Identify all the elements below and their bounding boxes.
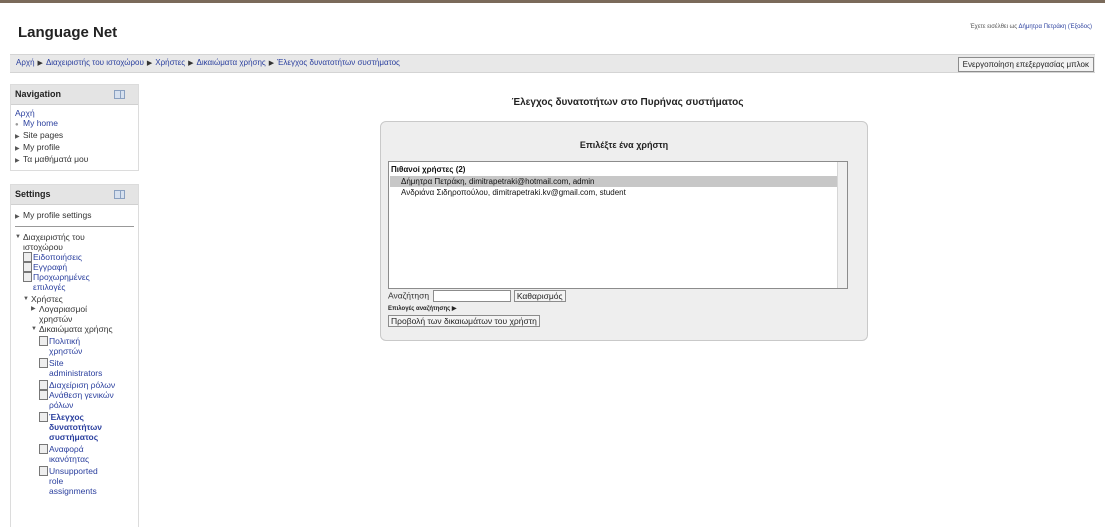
expand-arrow-icon[interactable]: ▶ bbox=[15, 132, 23, 142]
breadcrumb-separator-icon: ▶ bbox=[37, 60, 43, 67]
settings-accounts[interactable]: Λογαριασμοί χρηστών bbox=[39, 304, 109, 324]
collapse-arrow-icon[interactable]: ▼ bbox=[23, 294, 31, 304]
view-permissions-button[interactable]: Προβολή των δικαιωμάτων του χρήστη bbox=[388, 315, 540, 327]
breadcrumb-home[interactable]: Αρχή bbox=[16, 58, 35, 67]
page-icon bbox=[23, 272, 32, 282]
clear-button[interactable]: Καθαρισμός bbox=[513, 290, 566, 302]
page-icon bbox=[23, 262, 32, 272]
navigation-tree: Αρχή ● My home ▶ Site pages ▶ My profile ▶ Τ… bbox=[11, 105, 138, 170]
settings-block-title: Settings bbox=[15, 189, 51, 199]
page-icon bbox=[39, 412, 48, 422]
settings-define-roles[interactable]: Διαχείριση ρόλων bbox=[49, 380, 119, 390]
page-icon bbox=[39, 444, 48, 454]
dock-icon[interactable] bbox=[114, 190, 125, 199]
settings-cap-report[interactable]: Αναφορά ικανότητας bbox=[49, 444, 109, 464]
breadcrumb-site-admin[interactable]: Διαχειριστής του ιστοχώρου bbox=[46, 58, 144, 67]
expand-arrow-icon[interactable]: ▶ bbox=[31, 304, 39, 324]
user-option[interactable]: Ανδριάνα Σιδηροπούλου, dimitrapetraki.kv… bbox=[390, 187, 846, 198]
user-option-selected[interactable]: Δήμητρα Πετράκη, dimitrapetraki@hotmail.… bbox=[390, 176, 846, 187]
breadcrumb-permissions[interactable]: Δικαιώματα χρήσης bbox=[197, 58, 266, 67]
user-select-panel: Επιλέξτε ένα χρήστη Πιθανοί χρήστες (2) … bbox=[380, 121, 868, 341]
logout-link[interactable]: (Έξοδος) bbox=[1068, 24, 1092, 30]
login-info: Έχετε εισέλθει ως Δήμητρα Πετράκη (Έξοδο… bbox=[970, 24, 1092, 30]
navigation-block-header: Navigation bbox=[11, 85, 138, 105]
navigation-block: Navigation Αρχή ● My home ▶ Site pages ▶ My… bbox=[10, 84, 139, 171]
settings-permissions[interactable]: Δικαιώματα χρήσης bbox=[39, 324, 113, 334]
settings-registration[interactable]: Εγγραφή bbox=[33, 262, 67, 272]
page-heading: Έλεγχος δυνατοτήτων στο Πυρήνας συστήματ… bbox=[511, 97, 744, 108]
breadcrumb-users[interactable]: Χρήστες bbox=[155, 58, 185, 67]
search-options-toggle[interactable]: Επιλογές αναζήτησης ▶ bbox=[388, 305, 457, 312]
expand-arrow-icon[interactable]: ▶ bbox=[15, 156, 23, 166]
navbar: Αρχή ▶ Διαχειριστής του ιστοχώρου ▶ Χρήστες ▶… bbox=[10, 54, 1095, 73]
listbox-group-label: Πιθανοί χρήστες (2) bbox=[391, 165, 466, 174]
nav-my-home[interactable]: My home bbox=[23, 118, 58, 128]
listbox-scrollbar[interactable] bbox=[837, 162, 847, 288]
settings-unsupported[interactable]: Unsupported role assignments bbox=[49, 466, 109, 496]
page-icon bbox=[23, 252, 32, 262]
breadcrumb-check-caps[interactable]: Έλεγχος δυνατοτήτων συστήματος bbox=[277, 58, 400, 67]
nav-home[interactable]: Αρχή bbox=[15, 108, 134, 118]
breadcrumb-separator-icon: ▶ bbox=[188, 60, 194, 67]
settings-user-policies[interactable]: Πολιτική χρηστών bbox=[49, 336, 109, 356]
nav-site-pages[interactable]: Site pages bbox=[23, 130, 63, 140]
search-label: Αναζήτηση bbox=[388, 290, 430, 301]
page-icon bbox=[39, 466, 48, 476]
expand-arrow-icon[interactable]: ▶ bbox=[15, 212, 23, 222]
settings-users[interactable]: Χρήστες bbox=[31, 294, 63, 304]
settings-site-admin[interactable]: Διαχειριστής του ιστοχώρου bbox=[23, 232, 113, 252]
user-listbox[interactable]: Πιθανοί χρήστες (2) Δήμητρα Πετράκη, dim… bbox=[388, 161, 848, 289]
breadcrumb-separator-icon: ▶ bbox=[268, 60, 275, 67]
nav-my-courses[interactable]: Τα μαθήματά μου bbox=[23, 154, 88, 164]
nav-my-profile[interactable]: My profile bbox=[23, 142, 60, 152]
turn-editing-on-button[interactable]: Ενεργοποίηση επεξεργασίας μπλοκ bbox=[957, 57, 1094, 72]
navigation-block-title: Navigation bbox=[15, 89, 62, 99]
breadcrumb: Αρχή ▶ Διαχειριστής του ιστοχώρου ▶ Χρήστες ▶… bbox=[16, 58, 400, 67]
settings-block-header: Settings bbox=[11, 185, 138, 205]
top-border bbox=[0, 0, 1105, 3]
breadcrumb-separator-icon: ▶ bbox=[146, 60, 153, 67]
page-icon bbox=[39, 336, 48, 346]
site-title[interactable]: Language Net bbox=[18, 24, 117, 41]
page-icon bbox=[39, 380, 48, 390]
collapse-arrow-icon[interactable]: ▼ bbox=[15, 232, 23, 252]
search-row: Αναζήτηση Καθαρισμός bbox=[388, 290, 566, 302]
settings-my-profile[interactable]: My profile settings bbox=[23, 210, 92, 220]
settings-check-caps[interactable]: Έλεγχος δυνατοτήτων συστήματος bbox=[49, 412, 109, 442]
page-icon bbox=[39, 390, 48, 400]
settings-assign-global[interactable]: Ανάθεση γενικών ρόλων bbox=[49, 390, 119, 410]
dock-icon[interactable] bbox=[114, 90, 125, 99]
collapse-arrow-icon[interactable]: ▼ bbox=[31, 324, 39, 334]
settings-site-admins[interactable]: Site administrators bbox=[49, 358, 109, 378]
search-input[interactable] bbox=[433, 290, 512, 302]
expand-arrow-icon[interactable]: ▶ bbox=[15, 144, 23, 154]
page-icon bbox=[39, 358, 48, 368]
login-prefix: Έχετε εισέλθει ως bbox=[969, 24, 1018, 30]
settings-block: Settings ▶ My profile settings ▼ Διαχειρισ… bbox=[10, 184, 139, 527]
panel-title: Επιλέξτε ένα χρήστη bbox=[579, 140, 669, 150]
bullet-icon: ● bbox=[15, 122, 19, 128]
login-user-link[interactable]: Δήμητρα Πετράκη bbox=[1019, 24, 1067, 30]
settings-tree: ▶ My profile settings ▼ Διαχειριστής του ι… bbox=[11, 205, 138, 500]
settings-advanced[interactable]: Προχωρημένες επιλογές bbox=[33, 272, 113, 292]
settings-notifications[interactable]: Ειδοποιήσεις bbox=[33, 252, 82, 262]
